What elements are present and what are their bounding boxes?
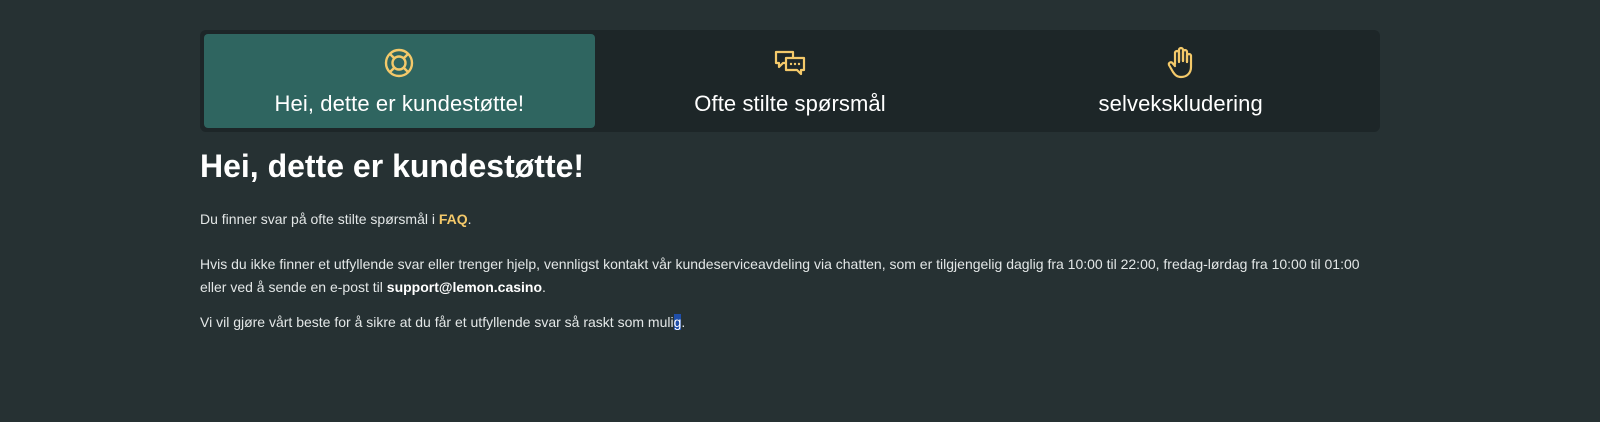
support-tabbar: Hei, dette er kundestøtte! Ofte stilte s… (200, 30, 1380, 132)
support-page: Hei, dette er kundestøtte! Ofte stilte s… (200, 30, 1380, 334)
lifebuoy-icon (381, 45, 417, 81)
contact-paragraph: Hvis du ikke finner et utfyllende svar e… (200, 253, 1380, 299)
faq-paragraph-end: . (467, 211, 472, 227)
support-email[interactable]: support@lemon.casino (387, 279, 542, 295)
hand-icon (1163, 45, 1199, 81)
faq-link[interactable]: FAQ (439, 211, 468, 227)
promise-paragraph: Vi vil gjøre vårt beste for å sikre at d… (200, 311, 1380, 334)
tab-self-exclusion-label: selvekskludering (1098, 91, 1263, 116)
page-title: Hei, dette er kundestøtte! (200, 148, 585, 184)
contact-paragraph-text: Hvis du ikke finner et utfyllende svar e… (200, 256, 1360, 295)
tab-faq[interactable]: Ofte stilte spørsmål (595, 34, 986, 128)
tab-customer-support-label: Hei, dette er kundestøtte! (274, 91, 525, 116)
contact-paragraph-end: . (542, 279, 546, 295)
tab-customer-support[interactable]: Hei, dette er kundestøtte! (204, 34, 595, 128)
faq-paragraph-text: Du finner svar på ofte stilte spørsmål i (200, 211, 439, 227)
chat-bubbles-icon (772, 45, 808, 81)
promise-paragraph-end: . (681, 314, 686, 330)
tab-faq-label: Ofte stilte spørsmål (694, 91, 886, 116)
support-content: Hei, dette er kundestøtte! Du finner sva… (200, 146, 1380, 334)
tab-self-exclusion[interactable]: selvekskludering (985, 34, 1376, 128)
promise-paragraph-text: Vi vil gjøre vårt beste for å sikre at d… (200, 314, 674, 330)
faq-paragraph: Du finner svar på ofte stilte spørsmål i… (200, 208, 1380, 231)
